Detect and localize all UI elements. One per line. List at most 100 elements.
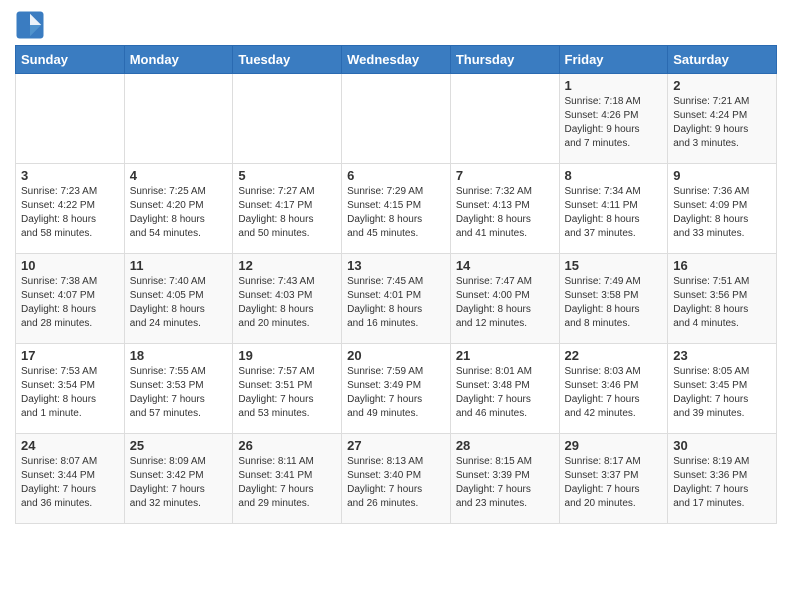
day-number: 30 [673, 438, 771, 453]
day-number: 13 [347, 258, 445, 273]
header-cell-monday: Monday [124, 46, 233, 74]
calendar-cell: 7 Sunrise: 7:32 AM Sunset: 4:13 PM Daylig… [450, 164, 559, 254]
calendar-cell: 12 Sunrise: 7:43 AM Sunset: 4:03 PM Dayli… [233, 254, 342, 344]
day-number: 27 [347, 438, 445, 453]
calendar-cell: 26 Sunrise: 8:11 AM Sunset: 3:41 PM Dayli… [233, 434, 342, 524]
header-cell-tuesday: Tuesday [233, 46, 342, 74]
day-info: Sunrise: 8:01 AM Sunset: 3:48 PM Dayligh… [456, 365, 554, 421]
calendar-header: SundayMondayTuesdayWednesdayThursdayFrid… [16, 46, 777, 74]
day-info: Sunrise: 7:49 AM Sunset: 3:58 PM Dayligh… [565, 275, 663, 331]
day-info: Sunrise: 7:47 AM Sunset: 4:00 PM Dayligh… [456, 275, 554, 331]
day-number: 7 [456, 168, 554, 183]
day-info: Sunrise: 8:11 AM Sunset: 3:41 PM Dayligh… [238, 455, 336, 511]
day-number: 22 [565, 348, 663, 363]
day-info: Sunrise: 7:57 AM Sunset: 3:51 PM Dayligh… [238, 365, 336, 421]
day-info: Sunrise: 8:05 AM Sunset: 3:45 PM Dayligh… [673, 365, 771, 421]
logo-icon [15, 10, 45, 40]
calendar-cell: 4 Sunrise: 7:25 AM Sunset: 4:20 PM Daylig… [124, 164, 233, 254]
calendar-body: 1Sunrise: 7:18 AM Sunset: 4:26 PM Daylig… [16, 74, 777, 524]
week-row-2: 3Sunrise: 7:23 AM Sunset: 4:22 PM Daylig… [16, 164, 777, 254]
calendar-cell: 13 Sunrise: 7:45 AM Sunset: 4:01 PM Dayli… [342, 254, 451, 344]
calendar-cell: 16 Sunrise: 7:51 AM Sunset: 3:56 PM Dayli… [668, 254, 777, 344]
day-number: 1 [565, 78, 663, 93]
day-info: Sunrise: 7:29 AM Sunset: 4:15 PM Dayligh… [347, 185, 445, 241]
header-row: SundayMondayTuesdayWednesdayThursdayFrid… [16, 46, 777, 74]
day-info: Sunrise: 8:07 AM Sunset: 3:44 PM Dayligh… [21, 455, 119, 511]
calendar-cell: 10 Sunrise: 7:38 AM Sunset: 4:07 PM Dayli… [16, 254, 125, 344]
calendar-cell [233, 74, 342, 164]
calendar-cell: 30 Sunrise: 8:19 AM Sunset: 3:36 PM Dayli… [668, 434, 777, 524]
day-info: Sunrise: 7:27 AM Sunset: 4:17 PM Dayligh… [238, 185, 336, 241]
day-info: Sunrise: 7:55 AM Sunset: 3:53 PM Dayligh… [130, 365, 228, 421]
calendar-cell: 25 Sunrise: 8:09 AM Sunset: 3:42 PM Dayli… [124, 434, 233, 524]
day-info: Sunrise: 7:23 AM Sunset: 4:22 PM Dayligh… [21, 185, 119, 241]
day-number: 28 [456, 438, 554, 453]
day-info: Sunrise: 8:17 AM Sunset: 3:37 PM Dayligh… [565, 455, 663, 511]
calendar-cell: 24 Sunrise: 8:07 AM Sunset: 3:44 PM Dayli… [16, 434, 125, 524]
calendar-cell: 5 Sunrise: 7:27 AM Sunset: 4:17 PM Daylig… [233, 164, 342, 254]
calendar-cell: 15 Sunrise: 7:49 AM Sunset: 3:58 PM Dayli… [559, 254, 668, 344]
header [15, 10, 777, 40]
day-info: Sunrise: 7:25 AM Sunset: 4:20 PM Dayligh… [130, 185, 228, 241]
calendar-cell: 1Sunrise: 7:18 AM Sunset: 4:26 PM Daylig… [559, 74, 668, 164]
day-number: 8 [565, 168, 663, 183]
calendar-cell: 22Sunrise: 8:03 AM Sunset: 3:46 PM Dayli… [559, 344, 668, 434]
day-info: Sunrise: 7:43 AM Sunset: 4:03 PM Dayligh… [238, 275, 336, 331]
day-number: 25 [130, 438, 228, 453]
calendar-cell: 3Sunrise: 7:23 AM Sunset: 4:22 PM Daylig… [16, 164, 125, 254]
calendar-cell: 14 Sunrise: 7:47 AM Sunset: 4:00 PM Dayli… [450, 254, 559, 344]
day-number: 21 [456, 348, 554, 363]
page-container: SundayMondayTuesdayWednesdayThursdayFrid… [0, 0, 792, 534]
day-number: 9 [673, 168, 771, 183]
calendar-cell: 21 Sunrise: 8:01 AM Sunset: 3:48 PM Dayli… [450, 344, 559, 434]
day-number: 20 [347, 348, 445, 363]
day-number: 16 [673, 258, 771, 273]
calendar-cell: 20 Sunrise: 7:59 AM Sunset: 3:49 PM Dayli… [342, 344, 451, 434]
day-number: 24 [21, 438, 119, 453]
day-info: Sunrise: 7:45 AM Sunset: 4:01 PM Dayligh… [347, 275, 445, 331]
day-info: Sunrise: 8:13 AM Sunset: 3:40 PM Dayligh… [347, 455, 445, 511]
day-number: 11 [130, 258, 228, 273]
day-number: 2 [673, 78, 771, 93]
day-info: Sunrise: 8:19 AM Sunset: 3:36 PM Dayligh… [673, 455, 771, 511]
day-info: Sunrise: 7:34 AM Sunset: 4:11 PM Dayligh… [565, 185, 663, 241]
day-number: 18 [130, 348, 228, 363]
day-number: 23 [673, 348, 771, 363]
calendar-cell: 17Sunrise: 7:53 AM Sunset: 3:54 PM Dayli… [16, 344, 125, 434]
logo [15, 10, 49, 40]
day-number: 26 [238, 438, 336, 453]
day-number: 12 [238, 258, 336, 273]
day-info: Sunrise: 7:21 AM Sunset: 4:24 PM Dayligh… [673, 95, 771, 151]
calendar-cell: 11Sunrise: 7:40 AM Sunset: 4:05 PM Dayli… [124, 254, 233, 344]
calendar-cell: 8 Sunrise: 7:34 AM Sunset: 4:11 PM Daylig… [559, 164, 668, 254]
header-cell-saturday: Saturday [668, 46, 777, 74]
day-info: Sunrise: 8:15 AM Sunset: 3:39 PM Dayligh… [456, 455, 554, 511]
day-info: Sunrise: 7:53 AM Sunset: 3:54 PM Dayligh… [21, 365, 119, 421]
day-info: Sunrise: 7:32 AM Sunset: 4:13 PM Dayligh… [456, 185, 554, 241]
day-number: 6 [347, 168, 445, 183]
calendar-cell: 27 Sunrise: 8:13 AM Sunset: 3:40 PM Dayli… [342, 434, 451, 524]
header-cell-sunday: Sunday [16, 46, 125, 74]
calendar-cell: 9 Sunrise: 7:36 AM Sunset: 4:09 PM Daylig… [668, 164, 777, 254]
calendar-cell: 23 Sunrise: 8:05 AM Sunset: 3:45 PM Dayli… [668, 344, 777, 434]
day-info: Sunrise: 8:09 AM Sunset: 3:42 PM Dayligh… [130, 455, 228, 511]
week-row-4: 17Sunrise: 7:53 AM Sunset: 3:54 PM Dayli… [16, 344, 777, 434]
week-row-1: 1Sunrise: 7:18 AM Sunset: 4:26 PM Daylig… [16, 74, 777, 164]
day-info: Sunrise: 7:59 AM Sunset: 3:49 PM Dayligh… [347, 365, 445, 421]
day-number: 10 [21, 258, 119, 273]
calendar-cell [16, 74, 125, 164]
day-info: Sunrise: 7:51 AM Sunset: 3:56 PM Dayligh… [673, 275, 771, 331]
day-number: 4 [130, 168, 228, 183]
calendar-cell [342, 74, 451, 164]
day-number: 14 [456, 258, 554, 273]
day-number: 29 [565, 438, 663, 453]
header-cell-thursday: Thursday [450, 46, 559, 74]
week-row-5: 24 Sunrise: 8:07 AM Sunset: 3:44 PM Dayli… [16, 434, 777, 524]
day-info: Sunrise: 7:38 AM Sunset: 4:07 PM Dayligh… [21, 275, 119, 331]
day-number: 5 [238, 168, 336, 183]
calendar-table: SundayMondayTuesdayWednesdayThursdayFrid… [15, 45, 777, 524]
day-number: 15 [565, 258, 663, 273]
calendar-cell: 29 Sunrise: 8:17 AM Sunset: 3:37 PM Dayli… [559, 434, 668, 524]
day-info: Sunrise: 7:36 AM Sunset: 4:09 PM Dayligh… [673, 185, 771, 241]
calendar-cell [124, 74, 233, 164]
